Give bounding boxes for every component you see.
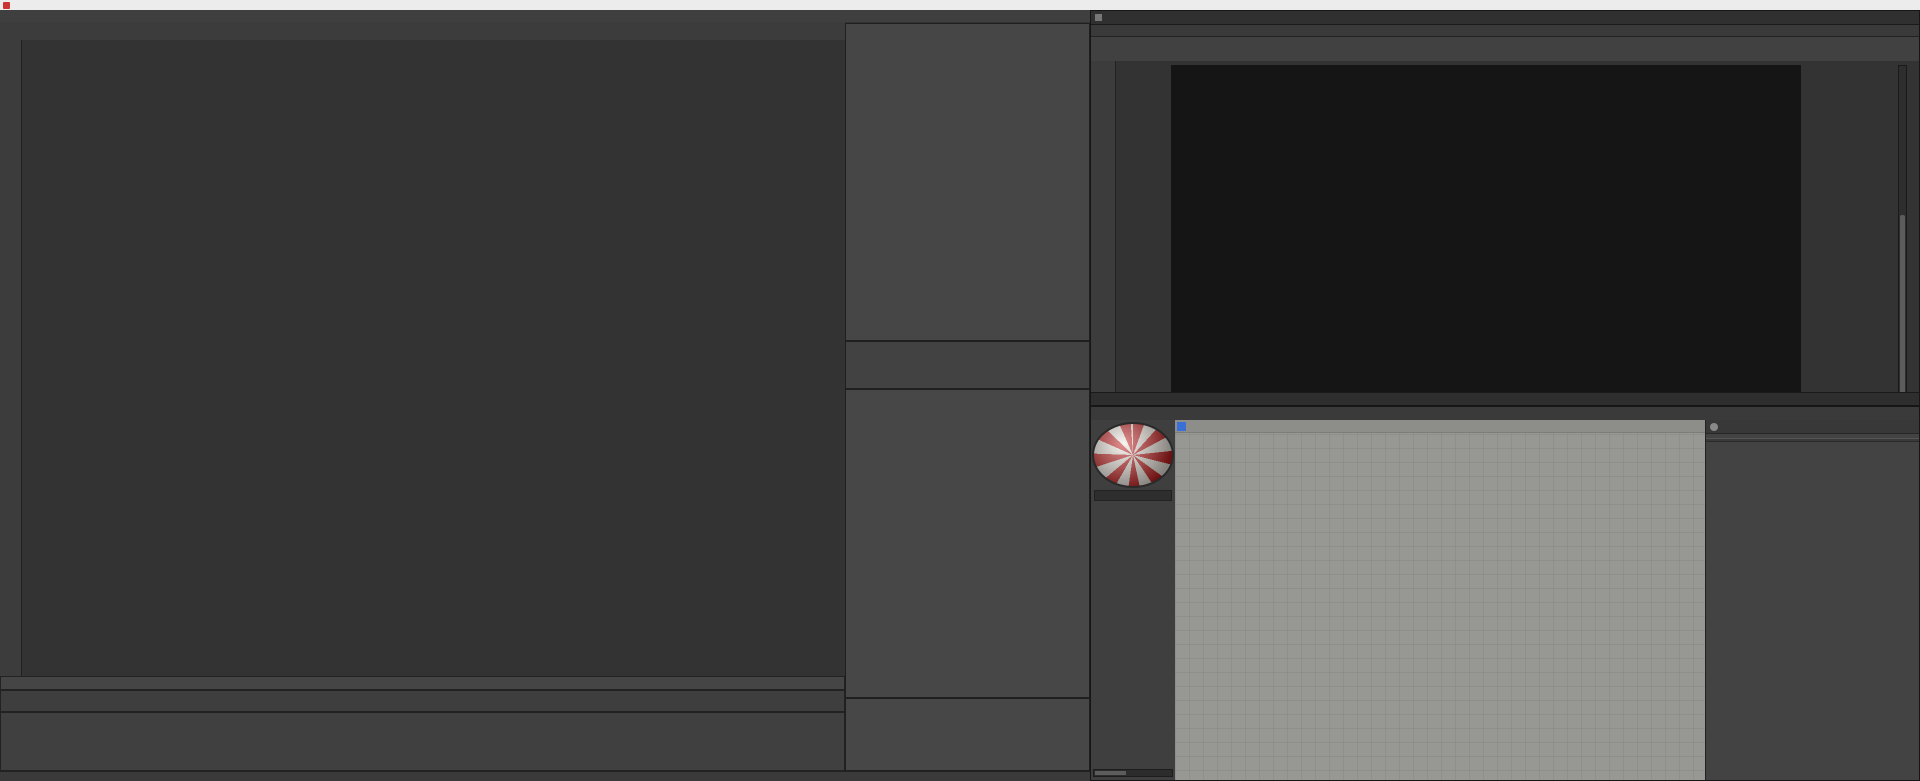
gv-node-icon bbox=[1710, 422, 1718, 431]
ipr-render-canvas[interactable] bbox=[1171, 65, 1801, 395]
arnold-ipr-window bbox=[1090, 10, 1920, 406]
shader-network-editor bbox=[1090, 406, 1920, 781]
app-root bbox=[0, 0, 1920, 781]
node-graph-canvas[interactable] bbox=[1175, 420, 1705, 780]
animation-toolbar bbox=[0, 690, 845, 712]
ipr-side-toolbar bbox=[1091, 61, 1116, 393]
os-title-bar bbox=[0, 0, 1920, 10]
shader-search-field[interactable] bbox=[1094, 490, 1172, 501]
object-manager bbox=[845, 23, 1090, 341]
material-preview-sphere[interactable] bbox=[1092, 422, 1174, 488]
timeline-ruler[interactable] bbox=[0, 676, 845, 690]
ipr-window-icon bbox=[1095, 14, 1102, 21]
app-icon bbox=[3, 1, 10, 9]
gv-section-main bbox=[1706, 438, 1919, 442]
shader-list-scrollbar[interactable] bbox=[1093, 769, 1173, 777]
main-menu-bar bbox=[0, 10, 1090, 22]
gv-shader-panel bbox=[1705, 420, 1919, 780]
ipr-vertical-scrollbar[interactable] bbox=[1898, 65, 1907, 397]
coordinates-manager bbox=[845, 698, 1090, 771]
node-editor-menu-bar bbox=[1091, 407, 1919, 421]
ipr-menu-bar bbox=[1091, 25, 1919, 37]
graph-tab-icon bbox=[1177, 422, 1186, 431]
layer-manager bbox=[845, 341, 1090, 389]
ipr-toolbar bbox=[1091, 37, 1919, 62]
material-manager bbox=[0, 712, 845, 771]
arnold-vertical-tab[interactable] bbox=[1, 603, 11, 663]
attribute-manager bbox=[845, 389, 1090, 698]
main-toolbar bbox=[0, 22, 845, 40]
left-mode-toolbar bbox=[0, 40, 22, 676]
shader-list-panel bbox=[1091, 420, 1176, 780]
status-bar bbox=[0, 771, 1090, 781]
